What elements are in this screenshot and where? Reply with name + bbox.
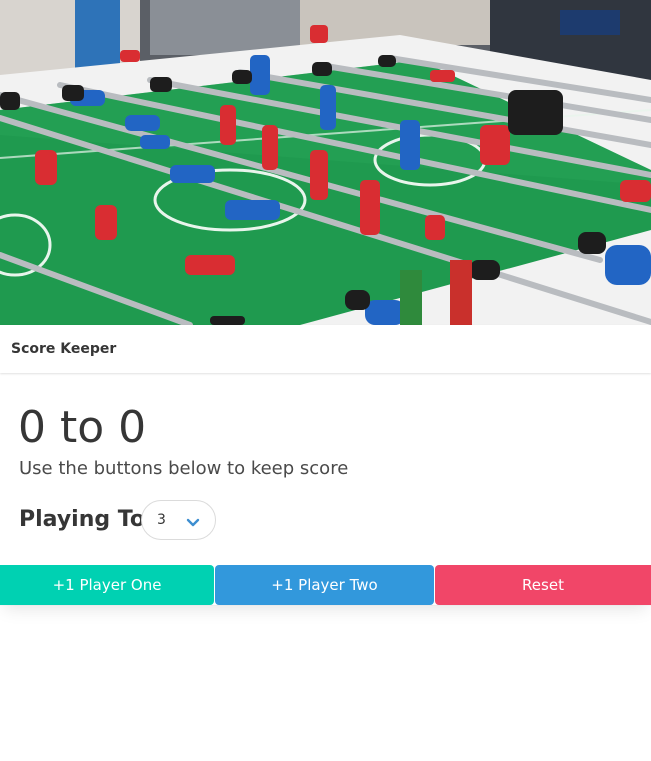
card-header-title: Score Keeper — [11, 341, 117, 357]
player-two-score: 0 — [118, 402, 147, 453]
reset-button[interactable]: Reset — [435, 565, 651, 605]
card-footer: +1 Player One +1 Player Two Reset — [0, 565, 651, 605]
player-one-score: 0 — [18, 402, 46, 453]
playing-to-select[interactable]: 3 — [141, 500, 216, 540]
score-display: 0 to 0 — [18, 402, 146, 454]
score-instructions: Use the buttons below to keep score — [19, 458, 349, 479]
foosball-table-image — [0, 0, 651, 325]
score-separator: to — [60, 402, 105, 453]
card-header: Score Keeper — [0, 325, 651, 373]
playing-to-label: Playing To — [19, 507, 145, 532]
playing-to-value: 3 — [157, 512, 166, 528]
chevron-down-icon — [186, 514, 200, 533]
player-two-button[interactable]: +1 Player Two — [215, 565, 434, 605]
score-keeper-card: Score Keeper 0 to 0 Use the buttons belo… — [0, 0, 651, 605]
player-one-button[interactable]: +1 Player One — [0, 565, 214, 605]
